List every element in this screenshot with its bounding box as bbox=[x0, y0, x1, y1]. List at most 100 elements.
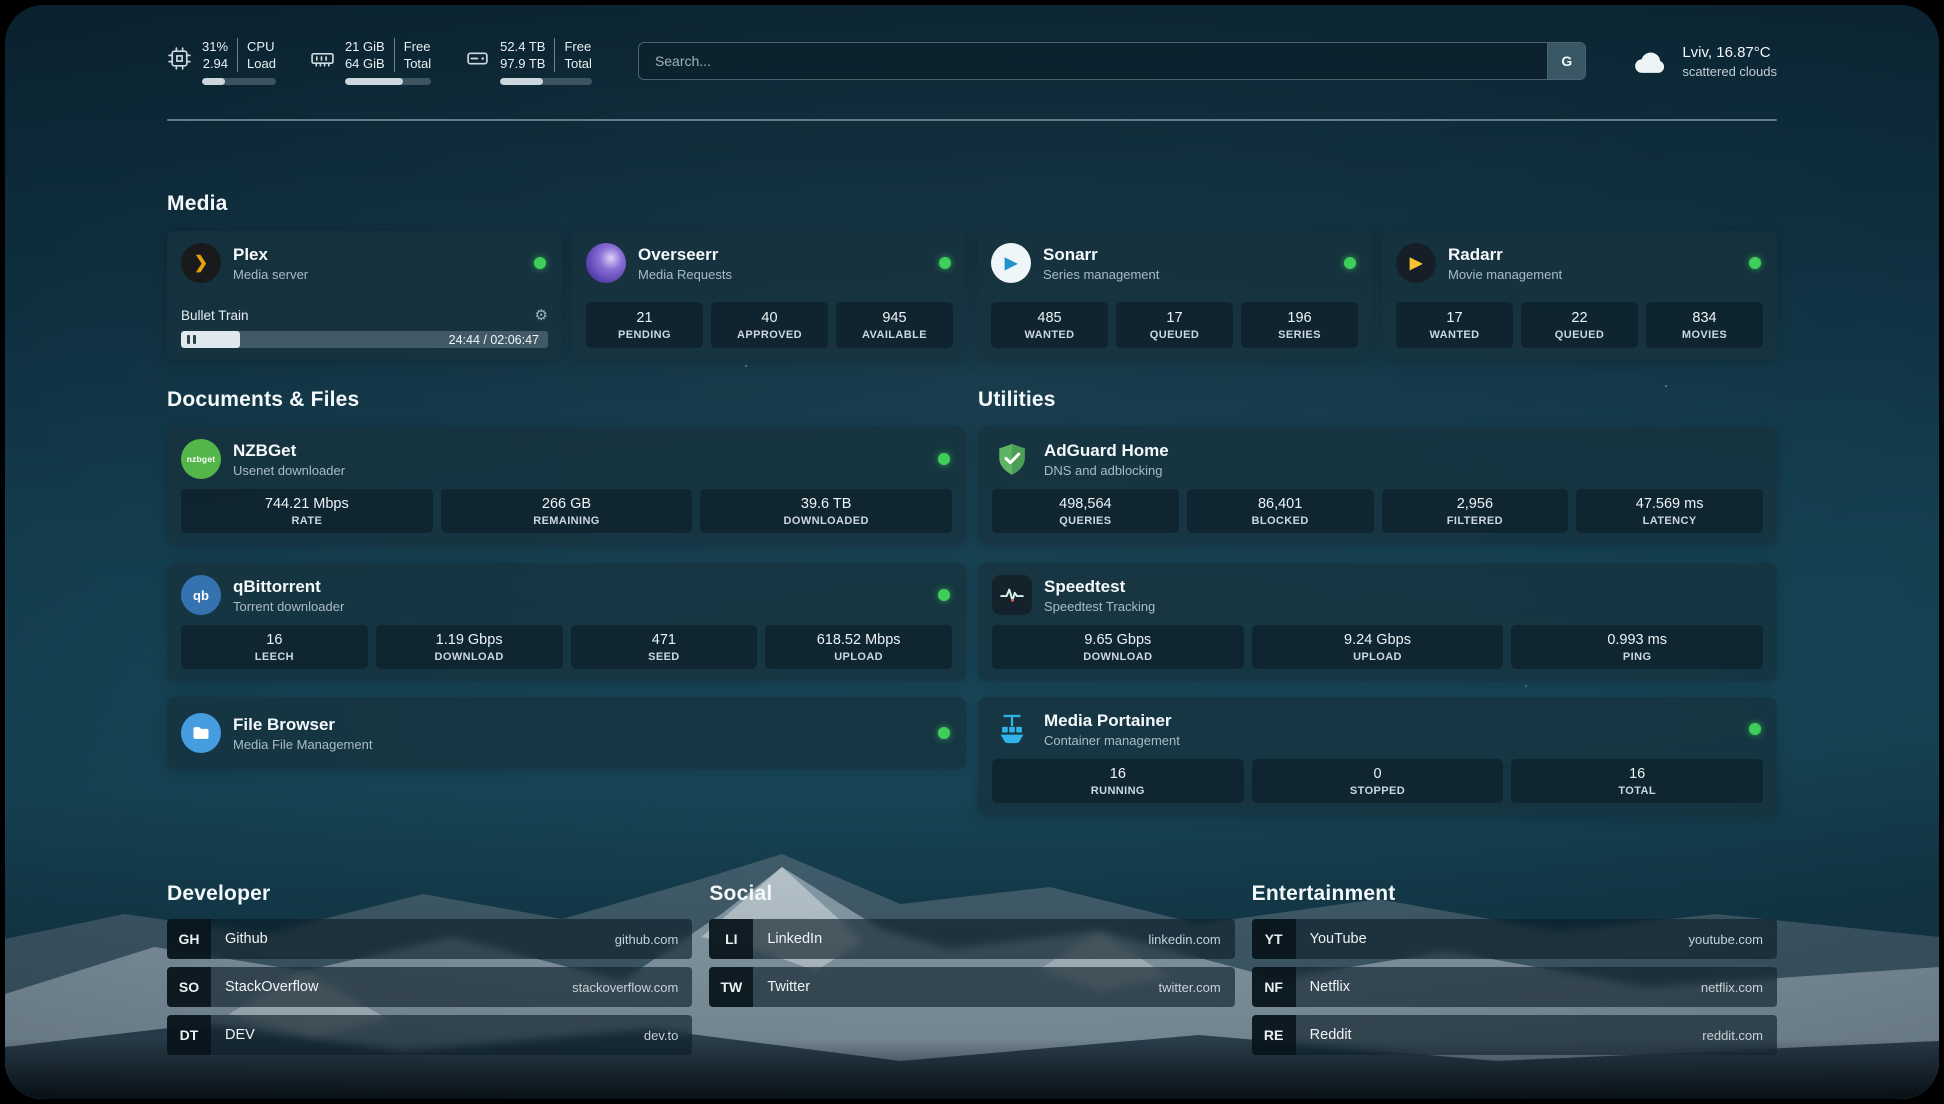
gear-icon[interactable]: ⚙ bbox=[535, 308, 548, 323]
stat-box: 485 WANTED bbox=[991, 302, 1108, 348]
stat-box: 1.19 Gbps DOWNLOAD bbox=[376, 625, 563, 669]
stat-value: 196 bbox=[1287, 310, 1311, 326]
github-icon: GH bbox=[167, 919, 211, 959]
stat-label: BLOCKED bbox=[1252, 515, 1309, 527]
search-bar: G bbox=[638, 42, 1586, 80]
stat-box: 0.993 ms PING bbox=[1511, 625, 1763, 669]
bookmark-dev[interactable]: DT DEV dev.to bbox=[167, 1015, 692, 1055]
stat-label: WANTED bbox=[1024, 329, 1074, 341]
bookmark-netflix[interactable]: NF Netflix netflix.com bbox=[1252, 967, 1777, 1007]
overseerr-icon bbox=[586, 243, 626, 283]
stat-label: RATE bbox=[291, 515, 322, 527]
netflix-icon: NF bbox=[1252, 967, 1296, 1007]
disk-total-value: 97.9 TB bbox=[500, 55, 545, 72]
app-name: Sonarr bbox=[1043, 245, 1159, 265]
stat-box: 471 SEED bbox=[571, 625, 758, 669]
bookmark-github[interactable]: GH Github github.com bbox=[167, 919, 692, 959]
stat-box: 16 RUNNING bbox=[992, 759, 1244, 803]
stat-label: DOWNLOAD bbox=[1083, 651, 1152, 663]
stat-label: APPROVED bbox=[737, 329, 802, 341]
stat-box: 9.24 Gbps UPLOAD bbox=[1252, 625, 1504, 669]
stat-box: 196 SERIES bbox=[1241, 302, 1358, 348]
stat-label: LEECH bbox=[255, 651, 294, 663]
pause-icon bbox=[187, 335, 190, 344]
stat-box: 945 AVAILABLE bbox=[836, 302, 953, 348]
adguard-icon bbox=[992, 439, 1032, 479]
bookmark-name: Reddit bbox=[1296, 1027, 1352, 1043]
filebrowser-card[interactable]: File Browser Media File Management bbox=[167, 697, 966, 769]
bookmark-youtube[interactable]: YT YouTube youtube.com bbox=[1252, 919, 1777, 959]
stat-box: 40 APPROVED bbox=[711, 302, 828, 348]
cpu-icon bbox=[167, 46, 192, 71]
stat-value: 17 bbox=[1166, 310, 1182, 326]
app-desc: Usenet downloader bbox=[233, 463, 345, 478]
app-name: Plex bbox=[233, 245, 308, 265]
stat-box: 17 WANTED bbox=[1396, 302, 1513, 348]
cloud-icon bbox=[1632, 46, 1670, 76]
app-desc: DNS and adblocking bbox=[1044, 463, 1169, 478]
stat-value: 834 bbox=[1692, 310, 1716, 326]
bookmark-linkedin[interactable]: LI LinkedIn linkedin.com bbox=[709, 919, 1234, 959]
stat-box: 2,956 FILTERED bbox=[1382, 489, 1569, 533]
plex-icon: ❯ bbox=[181, 243, 221, 283]
bookmark-name: LinkedIn bbox=[753, 931, 822, 947]
bookmark-stackoverflow[interactable]: SO StackOverflow stackoverflow.com bbox=[167, 967, 692, 1007]
nzbget-card[interactable]: nzbget NZBGet Usenet downloader 744.21 M… bbox=[167, 427, 966, 545]
plex-now-playing: Bullet Train ⚙ 24:44 / 02:06:47 bbox=[181, 308, 548, 348]
bookmark-url: youtube.com bbox=[1689, 932, 1777, 947]
playback-progress-bar[interactable]: 24:44 / 02:06:47 bbox=[181, 331, 548, 348]
stat-value: 16 bbox=[1110, 766, 1126, 782]
status-online-dot bbox=[1344, 257, 1356, 269]
sonarr-card[interactable]: ▶ Sonarr Series management 485 WANTED bbox=[977, 231, 1372, 360]
status-online-dot bbox=[1749, 723, 1761, 735]
stat-value: 266 GB bbox=[542, 496, 591, 512]
qbittorrent-card[interactable]: qb qBittorrent Torrent downloader 16 LEE… bbox=[167, 563, 966, 681]
stat-value: 16 bbox=[1629, 766, 1645, 782]
bookmark-reddit[interactable]: RE Reddit reddit.com bbox=[1252, 1015, 1777, 1055]
status-online-dot bbox=[939, 257, 951, 269]
stat-value: 39.6 TB bbox=[801, 496, 852, 512]
stat-value: 744.21 Mbps bbox=[265, 496, 349, 512]
stat-label: SEED bbox=[648, 651, 680, 663]
media-section: Media ❯ Plex Media server Bullet Trai bbox=[167, 191, 1777, 360]
search-engine-button[interactable]: G bbox=[1547, 43, 1585, 79]
search-input[interactable] bbox=[638, 42, 1586, 80]
app-name: Media Portainer bbox=[1044, 711, 1180, 731]
app-name: NZBGet bbox=[233, 441, 345, 461]
stat-label: MOVIES bbox=[1682, 329, 1727, 341]
developer-section-title: Developer bbox=[167, 881, 692, 907]
stat-label: REMAINING bbox=[533, 515, 600, 527]
bookmark-url: dev.to bbox=[644, 1028, 692, 1043]
stat-value: 0.993 ms bbox=[1607, 632, 1667, 648]
app-name: File Browser bbox=[233, 715, 372, 735]
bookmark-name: YouTube bbox=[1296, 931, 1367, 947]
stat-label: LATENCY bbox=[1643, 515, 1697, 527]
adguard-card[interactable]: AdGuard Home DNS and adblocking 498,564 … bbox=[978, 427, 1777, 545]
stackoverflow-icon: SO bbox=[167, 967, 211, 1007]
cpu-label: CPU bbox=[247, 38, 276, 55]
stat-box: 39.6 TB DOWNLOADED bbox=[700, 489, 952, 533]
plex-card[interactable]: ❯ Plex Media server Bullet Train ⚙ bbox=[167, 231, 562, 360]
disk-icon bbox=[465, 46, 490, 71]
radarr-card[interactable]: ▶ Radarr Movie management 17 WANTED bbox=[1382, 231, 1777, 360]
disk-free-label: Free bbox=[564, 38, 591, 55]
playback-progress-fill bbox=[181, 331, 240, 348]
dev-icon: DT bbox=[167, 1015, 211, 1055]
overseerr-card[interactable]: Overseerr Media Requests 21 PENDING 40 A… bbox=[572, 231, 967, 360]
bookmark-twitter[interactable]: TW Twitter twitter.com bbox=[709, 967, 1234, 1007]
stat-value: 498,564 bbox=[1059, 496, 1111, 512]
utilities-section-title: Utilities bbox=[978, 387, 1777, 413]
bookmark-url: netflix.com bbox=[1701, 980, 1777, 995]
stat-label: SERIES bbox=[1278, 329, 1321, 341]
stat-value: 618.52 Mbps bbox=[817, 632, 901, 648]
social-section-title: Social bbox=[709, 881, 1234, 907]
stat-value: 2,956 bbox=[1457, 496, 1493, 512]
app-desc: Media Requests bbox=[638, 267, 732, 282]
stat-value: 945 bbox=[882, 310, 906, 326]
portainer-card[interactable]: Media Portainer Container management 16 … bbox=[978, 697, 1777, 815]
speedtest-card[interactable]: Speedtest Speedtest Tracking 9.65 Gbps D… bbox=[978, 563, 1777, 681]
stat-label: DOWNLOAD bbox=[435, 651, 504, 663]
memory-icon bbox=[310, 46, 335, 71]
stat-value: 1.19 Gbps bbox=[436, 632, 503, 648]
top-bar: 31% 2.94 CPU Load bbox=[167, 35, 1777, 87]
